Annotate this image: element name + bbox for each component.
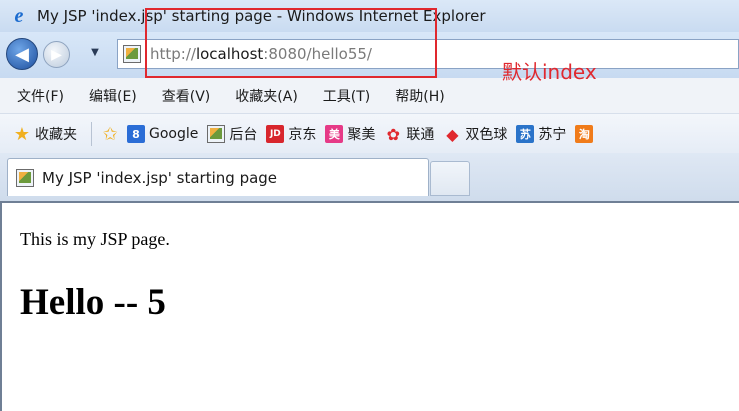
unicom-icon: ✿ bbox=[386, 124, 401, 144]
favorite-label: 苏宁 bbox=[538, 127, 567, 143]
favorite-label: 京东 bbox=[288, 127, 317, 143]
suning-icon: 苏 bbox=[516, 125, 535, 143]
annotation-label: 默认index bbox=[502, 60, 597, 84]
menu-tools[interactable]: 工具(T) bbox=[323, 86, 370, 106]
internet-explorer-icon: e bbox=[14, 4, 24, 27]
favorite-label: 联通 bbox=[406, 127, 435, 143]
favorites-separator bbox=[91, 122, 92, 146]
recent-pages-dropdown-icon[interactable]: ▼ bbox=[89, 45, 101, 59]
favorite-label: 后台 bbox=[229, 127, 258, 143]
favorite-label: Google bbox=[149, 126, 199, 142]
jumei-icon: 美 bbox=[325, 125, 344, 143]
menu-view[interactable]: 查看(V) bbox=[162, 86, 211, 106]
favorites-button[interactable]: ★ 收藏夹 bbox=[13, 123, 77, 145]
menu-file[interactable]: 文件(F) bbox=[17, 86, 64, 106]
page-heading: Hello -- 5 bbox=[20, 282, 166, 323]
menu-edit[interactable]: 编辑(E) bbox=[89, 86, 137, 106]
taobao-icon: 淘 bbox=[575, 125, 594, 143]
favorite-label: 双色球 bbox=[465, 127, 508, 143]
forward-button[interactable]: ▶ bbox=[43, 41, 70, 68]
menu-favorites[interactable]: 收藏夹(A) bbox=[235, 86, 298, 106]
jd-icon: JD bbox=[266, 125, 285, 143]
tab-label: My JSP 'index.jsp' starting page bbox=[42, 168, 278, 187]
favorite-taobao[interactable]: 淘 bbox=[575, 125, 597, 143]
favorite-jd[interactable]: JD 京东 bbox=[266, 124, 316, 144]
favorite-unicom[interactable]: ✿ 联通 bbox=[384, 124, 435, 144]
favorites-bar: ★ 收藏夹 ✩ 8 Google 后台 JD 京东 美 聚美 ✿ 联通 ◆ 双色… bbox=[0, 113, 739, 154]
new-tab-button[interactable] bbox=[430, 161, 470, 196]
favorite-suning[interactable]: 苏 苏宁 bbox=[516, 124, 566, 144]
favorites-label: 收藏夹 bbox=[35, 127, 77, 143]
favorite-jumei[interactable]: 美 聚美 bbox=[325, 124, 375, 144]
favorite-label: 聚美 bbox=[347, 127, 376, 143]
page-icon bbox=[123, 45, 141, 63]
page-icon bbox=[16, 168, 34, 187]
annotation-highlight-box bbox=[145, 8, 437, 78]
menu-bar: 文件(F) 编辑(E) 查看(V) 收藏夹(A) 工具(T) 帮助(H) bbox=[0, 78, 739, 113]
page-icon bbox=[207, 125, 226, 143]
google-icon: 8 bbox=[127, 125, 145, 143]
tab-active[interactable]: My JSP 'index.jsp' starting page bbox=[7, 158, 429, 196]
back-button[interactable]: ◀ bbox=[6, 38, 38, 70]
favorites-star-icon: ★ bbox=[13, 123, 31, 145]
add-favorite-button[interactable]: ✩ bbox=[101, 123, 123, 145]
tab-row: My JSP 'index.jsp' starting page bbox=[0, 153, 739, 201]
favorite-admin[interactable]: 后台 bbox=[207, 124, 257, 144]
favorite-google[interactable]: 8 Google bbox=[127, 125, 198, 143]
page-content: This is my JSP page. Hello -- 5 bbox=[0, 201, 739, 411]
page-paragraph: This is my JSP page. bbox=[20, 229, 170, 249]
menu-help[interactable]: 帮助(H) bbox=[395, 86, 444, 106]
add-favorite-star-icon: ✩ bbox=[102, 123, 118, 145]
lottery-icon: ◆ bbox=[446, 124, 459, 144]
favorite-lottery[interactable]: ◆ 双色球 bbox=[443, 124, 507, 144]
